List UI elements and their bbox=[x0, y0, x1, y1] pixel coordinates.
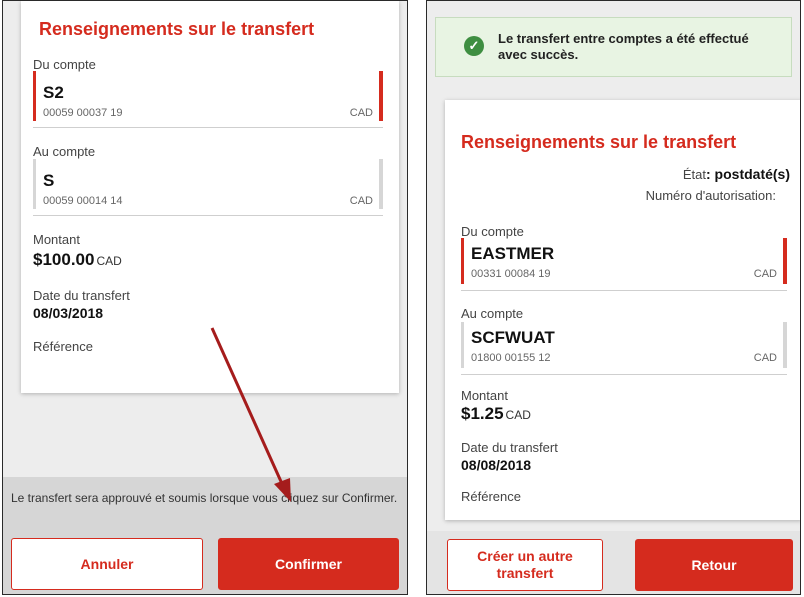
amount-currency: CAD bbox=[505, 408, 531, 422]
date-value: 08/08/2018 bbox=[461, 457, 532, 473]
amount-number: $1.25 bbox=[461, 404, 504, 423]
back-button[interactable]: Retour bbox=[635, 539, 793, 591]
to-account-indicator-right bbox=[379, 159, 383, 209]
from-account-indicator bbox=[33, 71, 36, 121]
status-value: : postdaté(s) bbox=[706, 166, 790, 182]
to-account-name: S bbox=[43, 171, 55, 190]
amount-value: $100.00 CAD bbox=[33, 250, 122, 270]
from-account-number: 00059 00037 19 bbox=[43, 107, 123, 119]
from-account-currency: CAD bbox=[349, 107, 373, 119]
status-row: État: postdaté(s) bbox=[683, 166, 790, 182]
from-account-box: S2 00059 00037 19 CAD bbox=[33, 71, 383, 128]
check-circle-icon: ✓ bbox=[464, 36, 484, 56]
to-account-label: Au compte bbox=[461, 306, 524, 321]
from-account-label: Du compte bbox=[461, 224, 524, 239]
success-screen: ✓ Le transfert entre comptes a été effec… bbox=[426, 0, 801, 595]
success-message: Le transfert entre comptes a été effectu… bbox=[498, 31, 749, 62]
from-account-name: S2 bbox=[43, 83, 64, 102]
amount-currency: CAD bbox=[96, 254, 122, 268]
date-label: Date du transfert bbox=[461, 440, 558, 455]
confirm-footer: Le transfert sera approuvé et soumis lor… bbox=[3, 477, 407, 594]
amount-label: Montant bbox=[33, 232, 80, 247]
from-account-number: 00331 00084 19 bbox=[471, 268, 551, 280]
from-account-name: EASTMER bbox=[471, 244, 555, 263]
amount-label: Montant bbox=[461, 388, 508, 403]
from-account-currency: CAD bbox=[753, 268, 777, 280]
cancel-button[interactable]: Annuler bbox=[11, 538, 203, 590]
to-account-box: S 00059 00014 14 CAD bbox=[33, 159, 383, 216]
to-account-currency: CAD bbox=[349, 195, 373, 207]
success-footer: Créer un autre transfert Retour bbox=[427, 531, 800, 594]
from-account-label: Du compte bbox=[33, 57, 96, 72]
amount-value: $1.25 CAD bbox=[461, 404, 531, 424]
authorization-label: Numéro d'autorisation: bbox=[645, 188, 776, 203]
date-value: 08/03/2018 bbox=[33, 305, 104, 321]
transfer-details-card: Renseignements sur le transfert Du compt… bbox=[21, 1, 399, 393]
to-account-number: 00059 00014 14 bbox=[43, 195, 123, 207]
card-title: Renseignements sur le transfert bbox=[39, 19, 315, 39]
to-account-box: SCFWUAT 01800 00155 12 CAD bbox=[461, 322, 787, 375]
from-account-box: EASTMER 00331 00084 19 CAD bbox=[461, 238, 787, 291]
to-account-currency: CAD bbox=[753, 352, 777, 364]
transfer-details-card: Renseignements sur le transfert État: po… bbox=[445, 100, 800, 520]
footer-note: Le transfert sera approuvé et soumis lor… bbox=[11, 491, 398, 505]
confirm-screen: Renseignements sur le transfert Du compt… bbox=[2, 0, 408, 595]
to-account-indicator bbox=[33, 159, 36, 209]
from-account-indicator-right bbox=[379, 71, 383, 121]
to-account-number: 01800 00155 12 bbox=[471, 352, 551, 364]
reference-label: Référence bbox=[33, 339, 93, 354]
to-account-indicator bbox=[461, 322, 464, 368]
confirm-button[interactable]: Confirmer bbox=[218, 538, 399, 590]
create-another-transfer-button[interactable]: Créer un autre transfert bbox=[447, 539, 603, 591]
success-banner: ✓ Le transfert entre comptes a été effec… bbox=[435, 17, 792, 77]
from-account-indicator bbox=[461, 238, 464, 284]
to-account-name: SCFWUAT bbox=[471, 328, 555, 347]
amount-number: $100.00 bbox=[33, 250, 95, 269]
to-account-label: Au compte bbox=[33, 144, 96, 159]
card-title: Renseignements sur le transfert bbox=[461, 132, 737, 152]
from-account-indicator-right bbox=[783, 238, 787, 284]
date-label: Date du transfert bbox=[33, 288, 130, 303]
to-account-indicator-right bbox=[783, 322, 787, 368]
reference-label: Référence bbox=[461, 489, 521, 504]
status-label: État bbox=[682, 167, 706, 182]
